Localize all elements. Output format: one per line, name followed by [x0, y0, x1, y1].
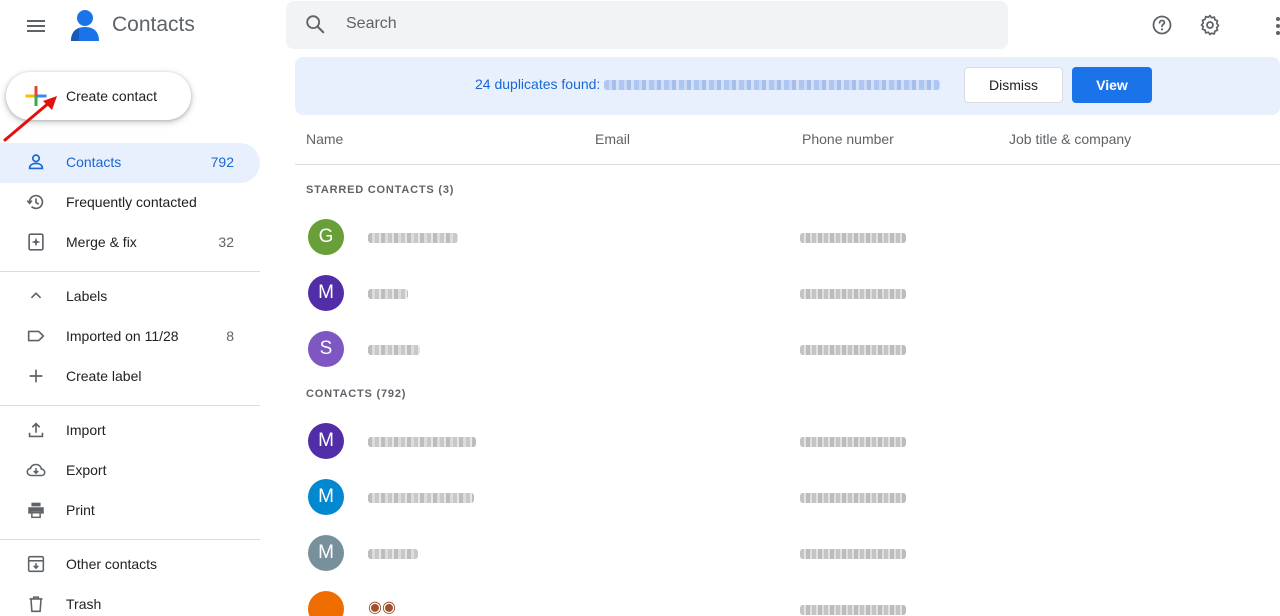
main-menu-icon[interactable]: [24, 14, 48, 38]
merge-fix-icon: [28, 233, 44, 251]
contact-emoji-icon: ◉◉: [368, 597, 396, 616]
sidebar-item-label: Trash: [66, 596, 102, 612]
column-header-job[interactable]: Job title & company: [1009, 131, 1131, 147]
duplicates-banner-text: 24 duplicates found:: [475, 76, 941, 92]
help-icon[interactable]: [1150, 13, 1174, 37]
avatar: M: [308, 479, 344, 515]
history-icon: [26, 194, 44, 210]
starred-section-label: STARRED CONTACTS (3): [306, 184, 455, 196]
contact-name-redacted: [368, 345, 420, 355]
settings-gear-icon[interactable]: [1198, 13, 1222, 37]
sidebar-item-export[interactable]: Export: [0, 451, 260, 491]
contact-row[interactable]: ◉◉: [295, 581, 1280, 616]
column-header-name[interactable]: Name: [306, 131, 343, 147]
contacts-section-label: CONTACTS (792): [306, 388, 407, 400]
contact-phone-redacted: [800, 493, 906, 503]
sidebar-item-labels[interactable]: Labels: [0, 277, 260, 317]
sidebar-item-other-contacts[interactable]: Other contacts: [0, 545, 260, 585]
sidebar-item-label: Labels: [66, 288, 108, 304]
app-title: Contacts: [112, 13, 195, 36]
table-header-divider: [295, 164, 1280, 165]
sidebar-divider: [0, 271, 260, 272]
sidebar-item-label: Imported on 11/28: [66, 328, 179, 344]
avatar: G: [308, 219, 344, 255]
more-options-icon[interactable]: [1268, 14, 1280, 38]
contact-phone-redacted: [800, 345, 906, 355]
sidebar-divider: [0, 405, 260, 406]
sidebar-item-trash[interactable]: Trash: [0, 585, 260, 616]
contact-name-redacted: [368, 549, 418, 559]
contact-row[interactable]: S: [295, 321, 1280, 377]
contact-phone-redacted: [800, 549, 906, 559]
label-icon: [27, 330, 45, 342]
contact-phone-redacted: [800, 437, 906, 447]
contact-phone-redacted: [800, 233, 906, 243]
sidebar-divider: [0, 539, 260, 540]
contact-row[interactable]: M: [295, 469, 1280, 525]
contact-row[interactable]: M: [295, 413, 1280, 469]
dismiss-button[interactable]: Dismiss: [964, 67, 1063, 103]
sidebar-item-import[interactable]: Import: [0, 411, 260, 451]
red-arrow-annotation-icon: [3, 96, 57, 142]
contacts-count: 792: [210, 154, 234, 170]
sidebar-item-label: Other contacts: [66, 556, 158, 572]
avatar: [308, 591, 344, 616]
person-icon: [28, 154, 44, 170]
contact-phone-redacted: [800, 289, 906, 299]
chevron-up-icon: [30, 292, 42, 299]
sidebar-item-merge-fix[interactable]: Merge & fix 32: [0, 223, 260, 263]
avatar: M: [308, 423, 344, 459]
search-icon[interactable]: [304, 13, 326, 35]
sidebar-item-contacts[interactable]: Contacts 792: [0, 143, 260, 183]
sidebar-item-label: Create label: [66, 368, 142, 384]
contact-name-redacted: [368, 437, 476, 447]
create-contact-label[interactable]: Create contact: [66, 88, 157, 104]
sidebar-item-label: Frequently contacted: [66, 194, 197, 210]
contact-row[interactable]: M: [295, 525, 1280, 581]
sidebar-item-create-label[interactable]: Create label: [0, 357, 260, 397]
avatar: S: [308, 331, 344, 367]
sidebar-item-frequently-contacted[interactable]: Frequently contacted: [0, 183, 260, 223]
search-input[interactable]: [346, 12, 946, 36]
printer-icon: [28, 502, 44, 519]
contact-row[interactable]: M: [295, 265, 1280, 321]
contact-name-redacted: [368, 289, 408, 299]
trash-icon: [29, 596, 43, 613]
contact-name-redacted: [368, 493, 474, 503]
archive-icon: [27, 555, 45, 573]
upload-icon: [28, 422, 44, 438]
sidebar-item-label: Print: [66, 502, 95, 518]
imported-count: 8: [226, 328, 234, 344]
contact-row[interactable]: G: [295, 209, 1280, 265]
view-button[interactable]: View: [1072, 67, 1152, 103]
contact-name-redacted: [368, 233, 458, 243]
cloud-download-icon: [26, 463, 46, 477]
avatar: M: [308, 535, 344, 571]
merge-fix-count: 32: [218, 234, 234, 250]
app-header: Contacts: [0, 0, 1280, 52]
sidebar-item-imported[interactable]: Imported on 11/28 8: [0, 317, 260, 357]
contacts-logo-icon: [71, 10, 99, 41]
duplicates-names-redacted: [604, 80, 941, 91]
contact-phone-redacted: [800, 605, 906, 615]
duplicates-count-text: 24 duplicates found:: [475, 76, 601, 92]
plus-icon: [29, 369, 43, 383]
sidebar-item-label: Merge & fix: [66, 234, 137, 250]
sidebar-item-label: Export: [66, 462, 107, 478]
avatar: M: [308, 275, 344, 311]
column-header-phone[interactable]: Phone number: [802, 131, 894, 147]
sidebar-item-label: Import: [66, 422, 106, 438]
sidebar-item-label: Contacts: [66, 154, 122, 170]
column-header-email[interactable]: Email: [595, 131, 630, 147]
sidebar-item-print[interactable]: Print: [0, 491, 260, 531]
